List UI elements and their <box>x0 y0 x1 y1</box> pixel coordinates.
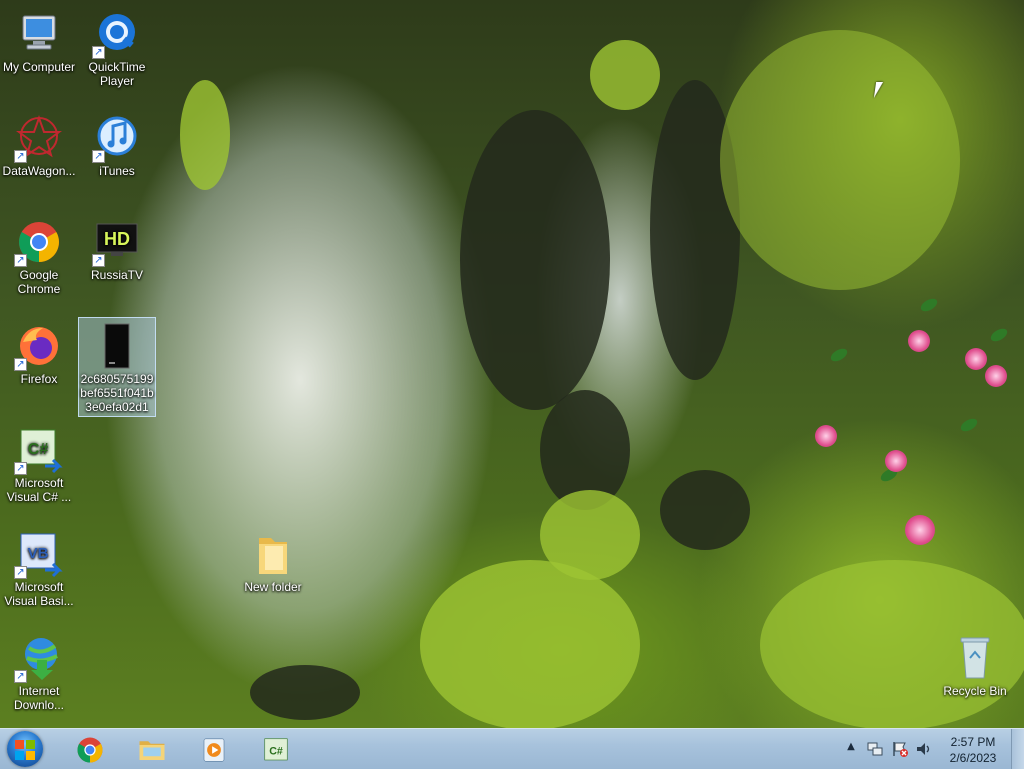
show-hidden-icons-button[interactable]: ▲ <box>845 741 857 757</box>
desktop-icon-russiatv[interactable]: HD ↗ RussiaTV <box>79 214 155 282</box>
icon-label: Firefox <box>20 372 58 386</box>
system-clock[interactable]: 2:57 PM 2/6/2023 <box>940 734 1006 766</box>
shortcut-arrow-icon: ↗ <box>14 670 27 683</box>
icon-label: Google Chrome <box>17 268 61 296</box>
taskbar-chrome-button[interactable] <box>62 731 116 767</box>
folder-icon <box>249 530 297 578</box>
desktop-icon-internet-download[interactable]: ↗ Internet Downlo... <box>1 630 77 712</box>
csharp-badge: C# <box>28 441 49 458</box>
volume-icon[interactable] <box>915 740 933 758</box>
visual-csharp-icon: C# <box>261 735 289 763</box>
icon-label: RussiaTV <box>90 268 143 282</box>
icon-label: Recycle Bin <box>943 684 1007 698</box>
shortcut-arrow-icon: ↗ <box>14 358 27 371</box>
firefox-icon: ↗ <box>14 322 63 371</box>
my-computer-icon <box>15 10 63 58</box>
shortcut-arrow-icon: ↗ <box>92 254 105 267</box>
icon-label: Microsoft Visual C# ... <box>6 476 72 504</box>
taskbar: C# ▲ 2:57 PM 2/6/2023 <box>0 728 1024 769</box>
icon-label: DataWagon... <box>2 164 76 178</box>
windows-logo-icon <box>26 751 35 760</box>
hd-badge: HD <box>104 229 130 249</box>
media-player-icon <box>199 735 227 763</box>
visual-basic-icon: VB ↗ <box>14 530 63 579</box>
desktop-icon-visual-basic[interactable]: VB ↗ Microsoft Visual Basi... <box>1 526 77 608</box>
network-icon[interactable] <box>866 740 884 758</box>
desktop-icon-new-folder[interactable]: New folder <box>235 526 311 594</box>
windows-logo-icon <box>15 751 24 760</box>
quicktime-icon: ↗ <box>92 10 141 59</box>
clock-time: 2:57 PM <box>950 735 996 749</box>
icon-label: New folder <box>244 580 302 594</box>
recycle-bin-icon <box>951 634 999 682</box>
chrome-icon: ↗ <box>14 218 63 267</box>
icon-label: Internet Downlo... <box>13 684 65 712</box>
taskbar-file-explorer-button[interactable] <box>124 731 178 767</box>
chrome-icon <box>75 735 103 763</box>
shortcut-arrow-icon: ↗ <box>14 566 27 579</box>
itunes-icon: ↗ <box>92 114 141 163</box>
action-center-flag-icon[interactable] <box>891 740 909 758</box>
file-icon <box>93 322 141 370</box>
shortcut-arrow-icon: ↗ <box>14 462 27 475</box>
shortcut-arrow-icon: ↗ <box>14 150 27 163</box>
shortcut-arrow-icon: ↗ <box>92 46 105 59</box>
desktop-icon-datawagon[interactable]: ↗ DataWagon... <box>1 110 77 178</box>
desktop-icon-my-computer[interactable]: My Computer <box>1 6 77 74</box>
csharp-badge: C# <box>269 745 283 757</box>
russiatv-icon: HD ↗ <box>92 218 141 267</box>
icon-label: My Computer <box>2 60 76 74</box>
internet-download-icon: ↗ <box>14 634 63 683</box>
desktop-icon-file-selected[interactable]: 2c680575199bef6551f041b3e0efa02d1 <box>78 317 156 417</box>
visual-csharp-icon: C# ↗ <box>14 426 63 475</box>
icon-label: iTunes <box>99 164 135 178</box>
clock-date: 2/6/2023 <box>949 751 997 765</box>
desktop-icon-visual-csharp[interactable]: C# ↗ Microsoft Visual C# ... <box>1 422 77 504</box>
vb-badge: VB <box>28 545 49 562</box>
start-button[interactable] <box>7 731 43 767</box>
desktop-icon-google-chrome[interactable]: ↗ Google Chrome <box>1 214 77 296</box>
desktop-icon-firefox[interactable]: ↗ Firefox <box>1 318 77 386</box>
desktop-icon-itunes[interactable]: ↗ iTunes <box>79 110 155 178</box>
taskbar-media-player-button[interactable] <box>186 731 240 767</box>
windows-logo-icon <box>26 740 35 749</box>
icon-label: Microsoft Visual Basi... <box>4 580 74 608</box>
desktop-icon-recycle-bin[interactable]: Recycle Bin <box>937 630 1013 698</box>
icon-label: QuickTime Player <box>88 60 146 88</box>
taskbar-visual-csharp-button[interactable]: C# <box>248 731 302 767</box>
windows-logo-icon <box>15 740 24 749</box>
show-desktop-button[interactable] <box>1011 729 1024 769</box>
datawagon-icon: ↗ <box>14 114 63 163</box>
file-explorer-icon <box>137 735 165 763</box>
shortcut-arrow-icon: ↗ <box>92 150 105 163</box>
shortcut-arrow-icon: ↗ <box>14 254 27 267</box>
desktop-icon-quicktime[interactable]: ↗ QuickTime Player <box>79 6 155 88</box>
icon-label: 2c680575199bef6551f041b3e0efa02d1 <box>80 372 154 414</box>
